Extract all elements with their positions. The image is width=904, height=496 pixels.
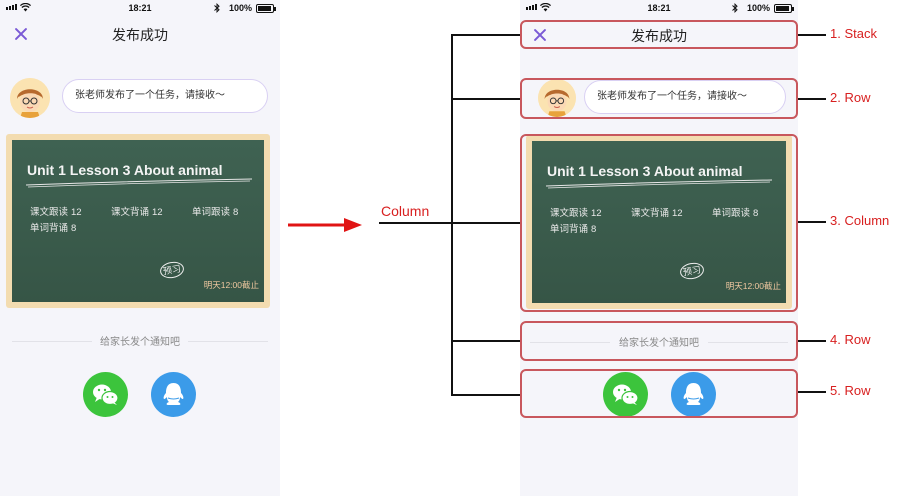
wechat-icon bbox=[93, 384, 119, 406]
divider-right bbox=[188, 341, 268, 342]
phone-screen-left: 18:21 100% 发布成功 张老师发布了一个任务，请接收～ Unit 1 L… bbox=[0, 0, 280, 496]
connector-3 bbox=[451, 222, 520, 224]
qq-icon bbox=[163, 383, 184, 405]
leader-5 bbox=[798, 391, 826, 393]
connector-main bbox=[379, 222, 452, 224]
teacher-avatar bbox=[10, 78, 50, 118]
qq-share-button[interactable] bbox=[151, 372, 196, 417]
stat-text-recite: 课文背诵 12 bbox=[111, 207, 163, 218]
column-label: Column bbox=[381, 203, 430, 219]
connector-2 bbox=[451, 98, 520, 100]
callout-3: 3. Column bbox=[830, 213, 890, 228]
notify-text: 给家长发个通知吧 bbox=[100, 337, 180, 348]
deadline: 明天12:00截止 bbox=[203, 280, 259, 290]
connector-1 bbox=[451, 34, 520, 36]
status-bar: 18:21 100% bbox=[0, 0, 280, 18]
leader-3 bbox=[798, 221, 826, 223]
highlight-row-1 bbox=[520, 78, 798, 119]
message-row: 张老师发布了一个任务，请接收～ bbox=[10, 78, 270, 118]
status-bar: 18:21 100% bbox=[520, 0, 798, 18]
page-title: 发布成功 bbox=[112, 27, 168, 43]
battery-icon bbox=[774, 4, 794, 13]
arrow-icon bbox=[288, 218, 362, 232]
lesson-title: Unit 1 Lesson 3 About animal bbox=[27, 162, 223, 178]
callout-1: 1. Stack bbox=[830, 26, 877, 41]
leader-2 bbox=[798, 98, 826, 100]
stat-word-follow: 单词跟读 8 bbox=[192, 207, 239, 218]
message-bubble: 张老师发布了一个任务，请接收～ bbox=[62, 79, 268, 113]
preview-stamp: 预习 bbox=[158, 260, 186, 280]
wechat-share-button[interactable] bbox=[83, 372, 128, 417]
battery-percent: 100% bbox=[228, 3, 252, 13]
leader-1 bbox=[798, 34, 826, 36]
connector-5 bbox=[451, 394, 520, 396]
connector-4 bbox=[451, 340, 520, 342]
notify-row: 给家长发个通知吧 bbox=[12, 332, 268, 350]
bluetooth-icon bbox=[214, 3, 220, 13]
callout-5: 5. Row bbox=[830, 383, 871, 398]
highlight-row-3 bbox=[520, 369, 798, 418]
battery-percent: 100% bbox=[746, 3, 770, 13]
stat-word-recite: 单词背诵 8 bbox=[30, 223, 77, 234]
leader-4 bbox=[798, 340, 826, 342]
share-row bbox=[0, 372, 280, 418]
battery-icon bbox=[256, 4, 276, 13]
bluetooth-icon bbox=[732, 3, 738, 13]
highlight-column bbox=[520, 134, 798, 312]
nav-bar: 发布成功 bbox=[0, 20, 280, 48]
divider-left bbox=[12, 341, 92, 342]
callout-4: 4. Row bbox=[830, 332, 871, 347]
highlight-row-2 bbox=[520, 321, 798, 361]
stat-text-follow: 课文跟读 12 bbox=[30, 207, 82, 218]
chalkboard: Unit 1 Lesson 3 About animal 课文跟读 12 课文背诵… bbox=[12, 140, 264, 302]
highlight-stack bbox=[520, 20, 798, 49]
chalk-underline bbox=[25, 178, 253, 188]
task-card[interactable]: Unit 1 Lesson 3 About animal 课文跟读 12 课文背诵… bbox=[6, 134, 270, 308]
callout-2: 2. Row bbox=[830, 90, 871, 105]
